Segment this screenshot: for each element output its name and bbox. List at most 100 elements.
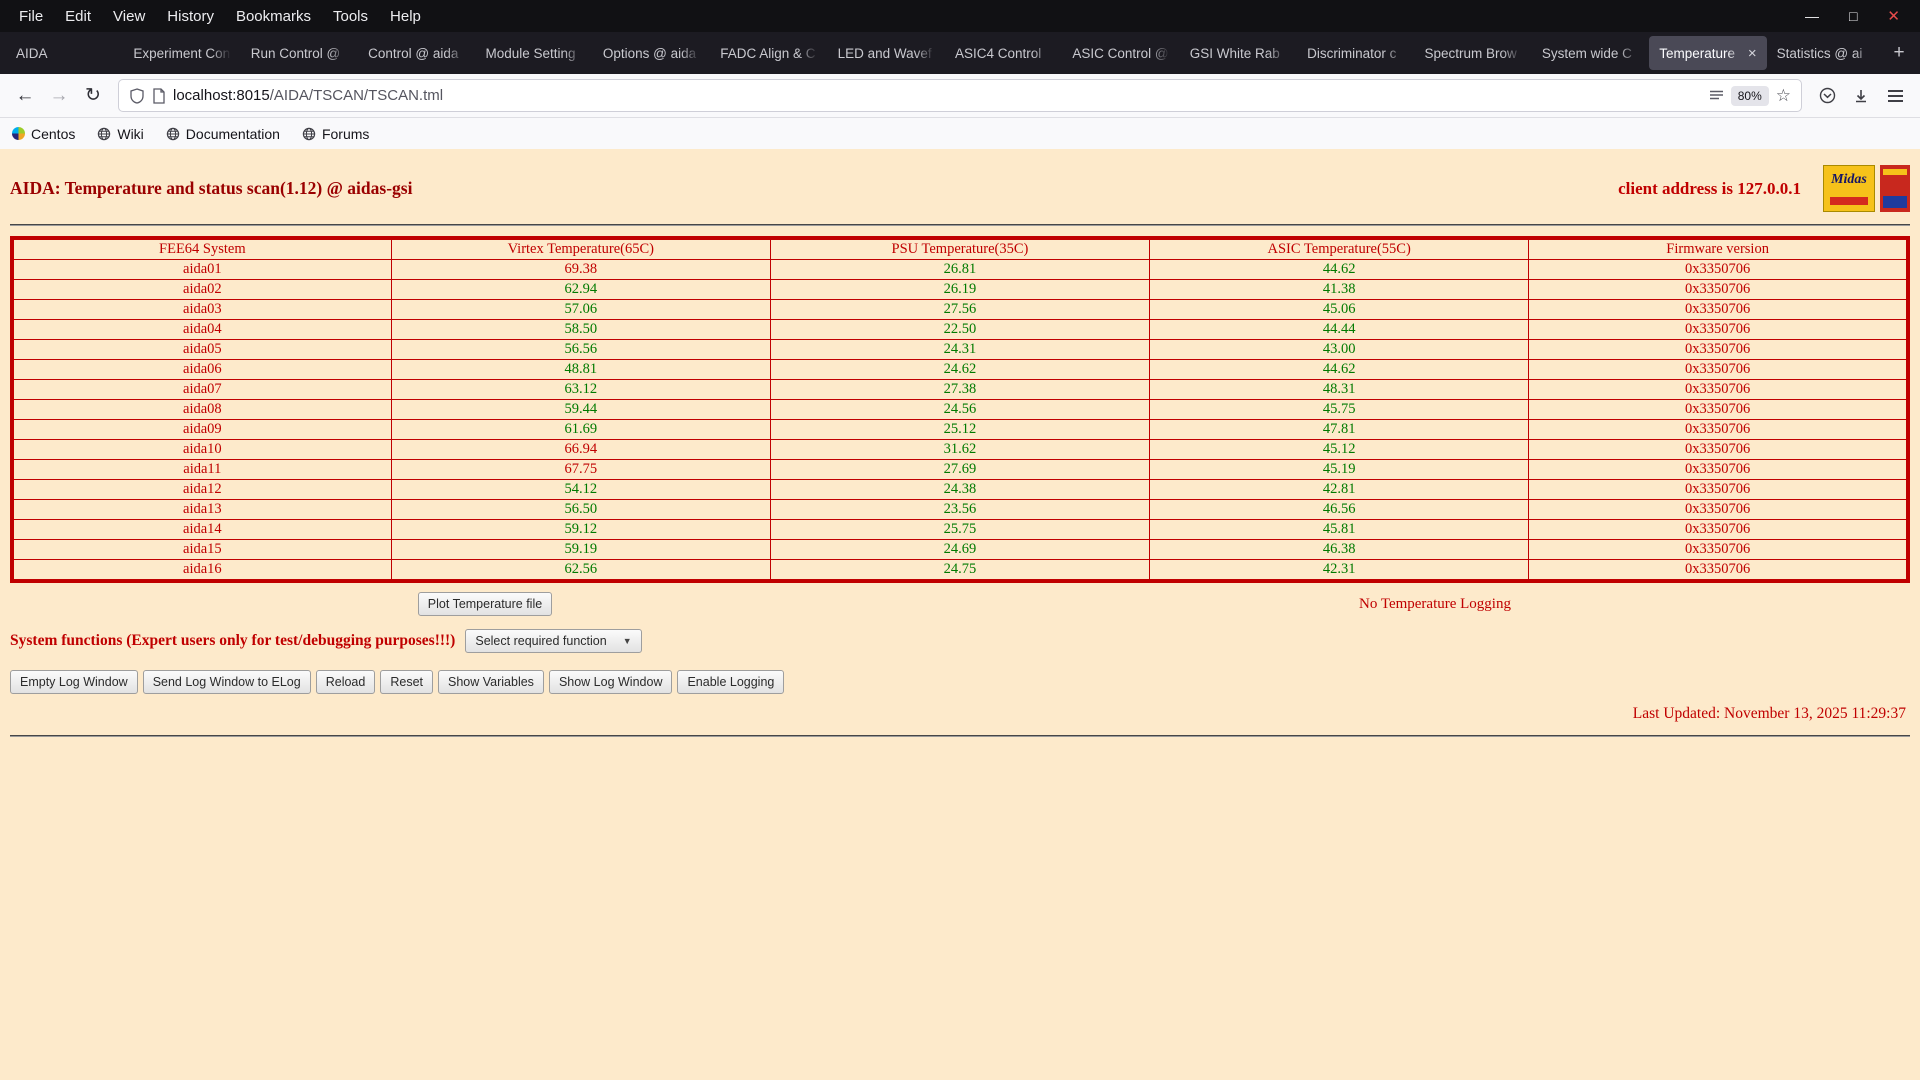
tab-spectrum-brow[interactable]: Spectrum Brow xyxy=(1415,36,1532,70)
menu-view[interactable]: View xyxy=(102,3,156,30)
centos-icon xyxy=(12,127,25,140)
virtex-temperature: 56.50 xyxy=(390,499,771,520)
fee64-name: aida12 xyxy=(11,479,392,500)
tab-title: Spectrum Brow xyxy=(1424,45,1517,61)
menu-help[interactable]: Help xyxy=(379,3,432,30)
asic-temperature: 42.31 xyxy=(1149,559,1530,582)
navigation-bar: ← → ↻ localhost:8015/AIDA/TSCAN/TSCAN.tm… xyxy=(0,74,1920,118)
show-log-window-button[interactable]: Show Log Window xyxy=(548,670,673,694)
page-info-icon[interactable] xyxy=(152,87,166,104)
action-button-row: Empty Log Window Send Log Window to ELog R… xyxy=(10,670,1910,694)
pocket-icon[interactable] xyxy=(1810,79,1844,113)
reset-button[interactable]: Reset xyxy=(380,670,433,694)
temperature-table: FEE64 System Virtex Temperature(65C) PSU T… xyxy=(10,236,1910,583)
menu-file[interactable]: File xyxy=(8,3,54,30)
tab-fadc-align-c[interactable]: FADC Align & C xyxy=(710,36,827,70)
asic-temperature: 42.81 xyxy=(1149,479,1530,500)
tab-title: Experiment Con xyxy=(133,45,231,61)
url-bar[interactable]: localhost:8015/AIDA/TSCAN/TSCAN.tml 80% … xyxy=(118,79,1802,112)
globe-icon xyxy=(97,127,111,141)
zoom-indicator[interactable]: 80% xyxy=(1730,85,1769,106)
menu-history[interactable]: History xyxy=(156,3,225,30)
table-row: aida07 63.12 27.38 48.31 0x3350706 xyxy=(11,379,1909,400)
maximize-button[interactable]: □ xyxy=(1849,9,1857,23)
asic-temperature: 45.81 xyxy=(1149,519,1530,540)
page-title: AIDA: Temperature and status scan(1.12) … xyxy=(10,178,413,198)
fee64-name: aida13 xyxy=(11,499,392,520)
firmware-version: 0x3350706 xyxy=(1528,559,1909,582)
tab-statistics-ai[interactable]: Statistics @ ai xyxy=(1767,36,1884,70)
logging-status: No Temperature Logging xyxy=(1359,595,1511,612)
midas-logo[interactable]: Midas xyxy=(1823,165,1875,212)
tab-run-control[interactable]: Run Control @ xyxy=(241,36,358,70)
firmware-version: 0x3350706 xyxy=(1528,279,1909,300)
tab-experiment-con[interactable]: Experiment Con xyxy=(123,36,240,70)
menu-edit[interactable]: Edit xyxy=(54,3,102,30)
divider-bottom xyxy=(10,735,1910,737)
asic-temperature: 43.00 xyxy=(1149,339,1530,360)
url-domain: localhost:8015 xyxy=(173,87,270,104)
function-select[interactable]: Select required function ▼ xyxy=(465,629,642,653)
tab-discriminator-c[interactable]: Discriminator c xyxy=(1297,36,1414,70)
tab-title: Discriminator c xyxy=(1307,45,1397,61)
asic-temperature: 41.38 xyxy=(1149,279,1530,300)
client-address: client address is 127.0.0.1 xyxy=(1618,178,1801,198)
bookmark-star-icon[interactable]: ☆ xyxy=(1776,86,1791,106)
table-row: aida12 54.12 24.38 42.81 0x3350706 xyxy=(11,479,1909,500)
reload-button[interactable]: Reload xyxy=(315,670,376,694)
send-log-window-to-elog-button[interactable]: Send Log Window to ELog xyxy=(142,670,311,694)
plot-temperature-file-button[interactable]: Plot Temperature file xyxy=(417,592,553,616)
tab-aida[interactable]: AIDA xyxy=(6,36,123,70)
virtex-temperature: 62.56 xyxy=(390,559,771,582)
menu-tools[interactable]: Tools xyxy=(322,3,379,30)
tab-led-and-wavef[interactable]: LED and Wavef xyxy=(828,36,945,70)
bookmark-centos[interactable]: Centos xyxy=(12,126,75,142)
bookmark-forums[interactable]: Forums xyxy=(302,126,369,142)
download-icon[interactable] xyxy=(1844,79,1878,113)
psu-temperature: 22.50 xyxy=(769,319,1151,340)
virtex-temperature: 62.94 xyxy=(390,279,771,300)
bookmark-documentation[interactable]: Documentation xyxy=(166,126,280,142)
tab-close-icon[interactable]: × xyxy=(1748,45,1757,62)
menu-icon[interactable] xyxy=(1878,79,1912,113)
new-tab-button[interactable]: + xyxy=(1884,38,1914,68)
back-button[interactable]: ← xyxy=(8,79,42,113)
firmware-version: 0x3350706 xyxy=(1528,379,1909,400)
enable-logging-button[interactable]: Enable Logging xyxy=(677,670,785,694)
fee64-name: aida03 xyxy=(11,299,392,320)
close-button[interactable]: ✕ xyxy=(1887,9,1900,24)
tab-control-aida[interactable]: Control @ aida xyxy=(358,36,475,70)
psu-temperature: 27.69 xyxy=(769,459,1151,480)
tab-asic4-control[interactable]: ASIC4 Control xyxy=(945,36,1062,70)
shield-icon[interactable] xyxy=(129,87,145,104)
tab-options-aida[interactable]: Options @ aida xyxy=(593,36,710,70)
asic-temperature: 44.62 xyxy=(1149,359,1530,380)
reload-button[interactable]: ↻ xyxy=(76,79,110,113)
header-virtex-temperature: Virtex Temperature(65C) xyxy=(390,237,771,260)
psu-temperature: 25.12 xyxy=(769,419,1151,440)
tab-module-setting[interactable]: Module Setting xyxy=(476,36,593,70)
fee64-name: aida04 xyxy=(11,319,392,340)
show-variables-button[interactable]: Show Variables xyxy=(438,670,544,694)
asic-temperature: 44.62 xyxy=(1149,259,1530,280)
bookmark-label: Documentation xyxy=(185,125,280,142)
tab-system-wide-c[interactable]: System wide C xyxy=(1532,36,1649,70)
psu-temperature: 24.62 xyxy=(769,359,1151,380)
frs-logo[interactable] xyxy=(1880,165,1910,212)
minimize-button[interactable]: — xyxy=(1805,9,1819,23)
tab-asic-control[interactable]: ASIC Control @ xyxy=(1062,36,1179,70)
table-row: aida06 48.81 24.62 44.62 0x3350706 xyxy=(11,359,1909,380)
tab-gsi-white-rab[interactable]: GSI White Rab xyxy=(1180,36,1297,70)
fee64-name: aida16 xyxy=(11,559,392,582)
empty-log-window-button[interactable]: Empty Log Window xyxy=(10,670,138,694)
fee64-name: aida01 xyxy=(11,259,392,280)
tab-temperature[interactable]: Temperature × xyxy=(1649,36,1767,70)
menu-bookmarks[interactable]: Bookmarks xyxy=(225,3,322,30)
table-row: aida13 56.50 23.56 46.56 0x3350706 xyxy=(11,499,1909,520)
reader-view-icon[interactable] xyxy=(1709,89,1724,103)
table-body: aida01 69.38 26.81 44.62 0x3350706 aida02 62.9… xyxy=(11,259,1909,582)
firmware-version: 0x3350706 xyxy=(1528,519,1909,540)
bookmark-wiki[interactable]: Wiki xyxy=(97,126,144,142)
header-asic-temperature: ASIC Temperature(55C) xyxy=(1149,237,1530,260)
forward-button[interactable]: → xyxy=(42,79,76,113)
